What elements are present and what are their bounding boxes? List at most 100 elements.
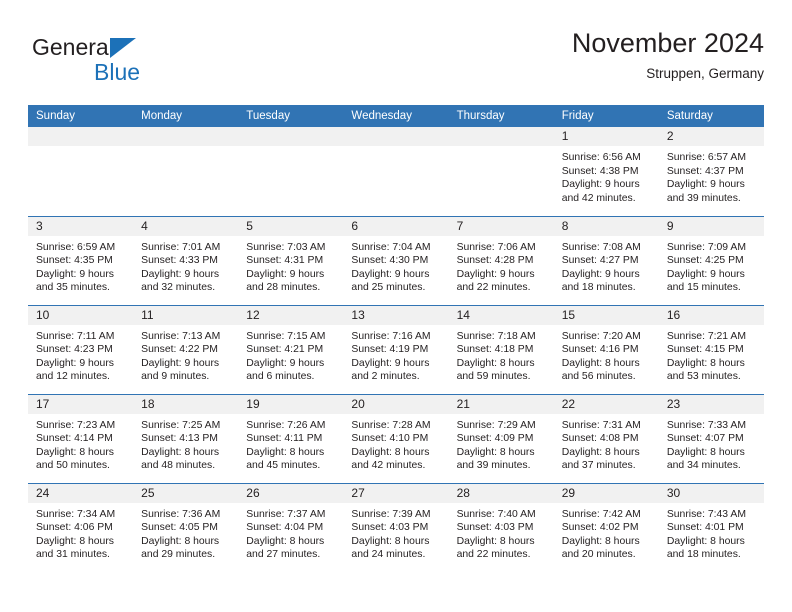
daylight-duration-line1: Daylight: 9 hours	[141, 268, 220, 280]
calendar-cell-inner: 10 Sunrise: 7:11 AM Sunset: 4:23 PM Dayligh…	[28, 305, 134, 394]
day-sun-info: Sunrise: 7:34 AM Sunset: 4:06 PM Daylight:…	[28, 503, 133, 562]
daylight-duration-line2: and 28 minutes.	[246, 282, 321, 294]
calendar-day-cell[interactable]: 17 Sunrise: 7:23 AM Sunset: 4:14 PM Dayligh…	[28, 393, 134, 483]
calendar-cell-inner: 3 Sunrise: 6:59 AM Sunset: 4:35 PM Daylight…	[28, 216, 134, 305]
sunrise-time: Sunrise: 7:08 AM	[561, 241, 641, 253]
daylight-duration-line2: and 31 minutes.	[36, 549, 110, 561]
calendar-day-cell[interactable]: 5 Sunrise: 7:03 AM Sunset: 4:31 PM Daylight…	[238, 215, 344, 305]
calendar-page: General Blue November 2024 Struppen, Ger…	[0, 0, 792, 612]
calendar-cell-inner	[133, 127, 239, 216]
day-sun-info: Sunrise: 7:25 AM Sunset: 4:13 PM Daylight:…	[133, 414, 238, 473]
calendar-day-cell[interactable]: 12 Sunrise: 7:15 AM Sunset: 4:21 PM Dayligh…	[238, 304, 344, 394]
calendar-week-row: 1 Sunrise: 6:56 AM Sunset: 4:38 PM Daylight…	[28, 127, 764, 216]
day-number: 19	[238, 394, 344, 414]
calendar-day-cell[interactable]: 28 Sunrise: 7:40 AM Sunset: 4:03 PM Dayligh…	[448, 482, 554, 573]
calendar-day-cell[interactable]: 20 Sunrise: 7:28 AM Sunset: 4:10 PM Dayligh…	[343, 393, 449, 483]
weekday-header-wednesday: Wednesday	[343, 105, 449, 127]
calendar-cell-inner: 29 Sunrise: 7:42 AM Sunset: 4:02 PM Dayligh…	[553, 483, 659, 573]
calendar-day-cell[interactable]: 8 Sunrise: 7:08 AM Sunset: 4:27 PM Daylight…	[553, 215, 659, 305]
daylight-duration-line2: and 59 minutes.	[456, 371, 531, 383]
calendar-day-cell[interactable]: 15 Sunrise: 7:20 AM Sunset: 4:16 PM Dayligh…	[553, 304, 659, 394]
day-sun-info: Sunrise: 7:40 AM Sunset: 4:03 PM Daylight:…	[449, 503, 554, 562]
day-number: 30	[658, 483, 764, 503]
calendar-cell-inner: 5 Sunrise: 7:03 AM Sunset: 4:31 PM Daylight…	[238, 216, 344, 305]
page-title: November 2024	[571, 28, 764, 58]
calendar-cell-inner: 11 Sunrise: 7:13 AM Sunset: 4:22 PM Dayligh…	[133, 305, 239, 394]
daylight-duration-line2: and 18 minutes.	[666, 549, 741, 561]
calendar-day-cell[interactable]: 10 Sunrise: 7:11 AM Sunset: 4:23 PM Dayligh…	[28, 304, 134, 394]
calendar-day-cell[interactable]: 6 Sunrise: 7:04 AM Sunset: 4:30 PM Daylight…	[343, 215, 449, 305]
calendar-day-cell[interactable]: 9 Sunrise: 7:09 AM Sunset: 4:25 PM Daylight…	[658, 215, 764, 305]
sunset-time: Sunset: 4:22 PM	[141, 344, 218, 356]
calendar-day-cell[interactable]: 4 Sunrise: 7:01 AM Sunset: 4:33 PM Daylight…	[133, 215, 239, 305]
sunrise-time: Sunrise: 7:06 AM	[456, 241, 536, 253]
calendar-day-cell[interactable]: 2 Sunrise: 6:57 AM Sunset: 4:37 PM Daylight…	[658, 127, 764, 216]
calendar-day-cell[interactable]: 27 Sunrise: 7:39 AM Sunset: 4:03 PM Dayligh…	[343, 482, 449, 573]
daylight-duration-line2: and 56 minutes.	[561, 371, 636, 383]
day-sun-info: Sunrise: 7:29 AM Sunset: 4:09 PM Daylight:…	[449, 414, 554, 473]
calendar-week-row: 24 Sunrise: 7:34 AM Sunset: 4:06 PM Dayligh…	[28, 482, 764, 573]
calendar-day-cell[interactable]: 29 Sunrise: 7:42 AM Sunset: 4:02 PM Dayligh…	[553, 482, 659, 573]
sunrise-sunset-calendar: Sunday Monday Tuesday Wednesday Thursday…	[28, 105, 764, 572]
daylight-duration-line1: Daylight: 8 hours	[246, 446, 325, 458]
sunrise-time: Sunrise: 7:23 AM	[36, 419, 116, 431]
calendar-cell-inner: 23 Sunrise: 7:33 AM Sunset: 4:07 PM Dayligh…	[658, 394, 764, 483]
calendar-day-cell[interactable]: 30 Sunrise: 7:43 AM Sunset: 4:01 PM Dayligh…	[658, 482, 764, 572]
sunrise-time: Sunrise: 6:59 AM	[36, 241, 116, 253]
sunset-time: Sunset: 4:21 PM	[246, 344, 324, 356]
daylight-duration-line2: and 27 minutes.	[246, 549, 321, 561]
daylight-duration-line2: and 50 minutes.	[36, 460, 110, 472]
calendar-day-cell[interactable]: 11 Sunrise: 7:13 AM Sunset: 4:22 PM Dayligh…	[133, 304, 239, 394]
calendar-week-row: 3 Sunrise: 6:59 AM Sunset: 4:35 PM Daylight…	[28, 215, 764, 305]
day-number	[238, 127, 344, 146]
calendar-day-cell[interactable]: 26 Sunrise: 7:37 AM Sunset: 4:04 PM Dayligh…	[238, 482, 344, 572]
day-number: 1	[553, 127, 659, 146]
calendar-day-cell[interactable]: 21 Sunrise: 7:29 AM Sunset: 4:09 PM Dayligh…	[448, 393, 554, 483]
day-number: 21	[448, 394, 554, 414]
calendar-day-cell[interactable]: 3 Sunrise: 6:59 AM Sunset: 4:35 PM Daylight…	[28, 215, 134, 305]
calendar-day-cell[interactable]: 18 Sunrise: 7:25 AM Sunset: 4:13 PM Dayligh…	[133, 393, 239, 483]
day-sun-info: Sunrise: 6:56 AM Sunset: 4:38 PM Daylight:…	[554, 146, 659, 205]
calendar-cell-inner: 28 Sunrise: 7:40 AM Sunset: 4:03 PM Dayligh…	[448, 483, 554, 573]
calendar-cell-inner: 27 Sunrise: 7:39 AM Sunset: 4:03 PM Dayligh…	[343, 483, 449, 573]
location-subtitle: Struppen, Germany	[646, 66, 764, 81]
day-sun-info: Sunrise: 7:31 AM Sunset: 4:08 PM Daylight:…	[554, 414, 659, 473]
day-number: 26	[238, 483, 344, 503]
calendar-day-cell[interactable]: 22 Sunrise: 7:31 AM Sunset: 4:08 PM Dayligh…	[553, 393, 659, 483]
sunrise-time: Sunrise: 7:03 AM	[246, 241, 326, 253]
calendar-day-cell[interactable]: 14 Sunrise: 7:18 AM Sunset: 4:18 PM Dayligh…	[448, 304, 554, 394]
calendar-day-cell[interactable]: 19 Sunrise: 7:26 AM Sunset: 4:11 PM Dayligh…	[238, 393, 344, 483]
daylight-duration-line2: and 42 minutes.	[561, 192, 636, 204]
calendar-day-cell[interactable]: 25 Sunrise: 7:36 AM Sunset: 4:05 PM Dayligh…	[133, 482, 239, 573]
calendar-cell-inner: 25 Sunrise: 7:36 AM Sunset: 4:05 PM Dayligh…	[133, 483, 239, 573]
daylight-duration-line1: Daylight: 9 hours	[246, 268, 325, 280]
weekday-header-sunday: Sunday	[28, 105, 134, 127]
logo-triangle-icon	[110, 38, 136, 58]
calendar-day-cell[interactable]: 1 Sunrise: 6:56 AM Sunset: 4:38 PM Daylight…	[553, 127, 659, 216]
calendar-day-cell[interactable]: 23 Sunrise: 7:33 AM Sunset: 4:07 PM Dayligh…	[658, 393, 764, 483]
calendar-day-cell[interactable]: 24 Sunrise: 7:34 AM Sunset: 4:06 PM Dayligh…	[28, 482, 134, 572]
daylight-duration-line2: and 24 minutes.	[351, 549, 426, 561]
daylight-duration-line2: and 12 minutes.	[36, 371, 110, 383]
day-sun-info: Sunrise: 7:23 AM Sunset: 4:14 PM Daylight:…	[28, 414, 133, 473]
day-sun-info: Sunrise: 7:26 AM Sunset: 4:11 PM Daylight:…	[238, 414, 343, 473]
daylight-duration-line2: and 42 minutes.	[351, 460, 426, 472]
day-number: 11	[133, 305, 239, 325]
calendar-cell-empty	[28, 127, 134, 216]
calendar-day-cell[interactable]: 7 Sunrise: 7:06 AM Sunset: 4:28 PM Daylight…	[448, 215, 554, 305]
sunrise-time: Sunrise: 6:56 AM	[561, 152, 641, 163]
weekday-header-thursday: Thursday	[448, 105, 554, 127]
calendar-cell-inner: 8 Sunrise: 7:08 AM Sunset: 4:27 PM Daylight…	[553, 216, 659, 305]
calendar-day-cell[interactable]: 13 Sunrise: 7:16 AM Sunset: 4:19 PM Dayligh…	[343, 304, 449, 394]
day-sun-info: Sunrise: 7:21 AM Sunset: 4:15 PM Daylight:…	[659, 325, 764, 384]
daylight-duration-line1: Daylight: 9 hours	[561, 268, 640, 280]
sunset-time: Sunset: 4:28 PM	[456, 255, 534, 267]
day-number: 9	[658, 216, 764, 236]
daylight-duration-line1: Daylight: 8 hours	[561, 446, 640, 458]
calendar-day-cell[interactable]: 16 Sunrise: 7:21 AM Sunset: 4:15 PM Dayligh…	[658, 304, 764, 394]
day-sun-info: Sunrise: 7:09 AM Sunset: 4:25 PM Daylight:…	[659, 236, 764, 295]
weekday-header-friday: Friday	[553, 105, 659, 127]
day-sun-info: Sunrise: 7:15 AM Sunset: 4:21 PM Daylight:…	[238, 325, 343, 384]
day-sun-info: Sunrise: 7:04 AM Sunset: 4:30 PM Daylight:…	[343, 236, 448, 295]
sunrise-time: Sunrise: 6:57 AM	[666, 152, 746, 163]
